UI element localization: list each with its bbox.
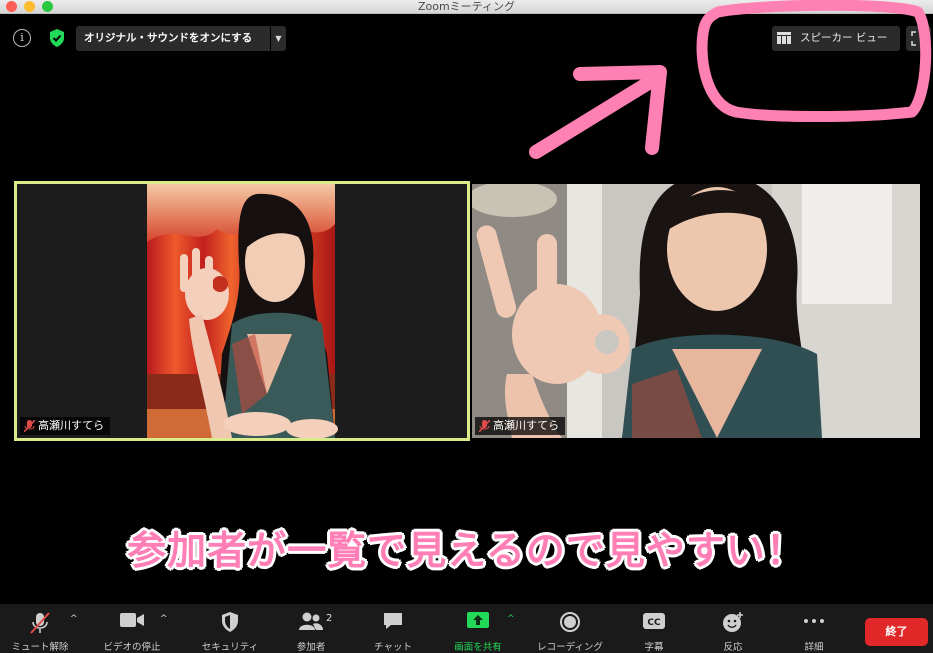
participant-video-2 [472, 184, 920, 438]
chat-button[interactable]: チャット [355, 604, 431, 653]
meeting-info-icon[interactable]: i [13, 29, 31, 47]
share-screen-button[interactable]: 画面を共有 [440, 604, 516, 653]
participants-button[interactable]: 参加者 [275, 604, 347, 653]
unmute-button[interactable]: ミュート解除 [0, 604, 80, 653]
participants-label: 参加者 [296, 642, 326, 653]
record-icon [560, 612, 580, 632]
video-options-caret[interactable]: ^ [160, 614, 168, 624]
video-tile-2[interactable]: 高瀬川すてら [472, 184, 920, 438]
participants-icon [299, 612, 323, 630]
captions-button[interactable]: CC 字幕 [620, 604, 688, 653]
record-button[interactable]: レコーディング [527, 604, 613, 653]
highlight-circle [696, 0, 932, 122]
arrow-head [573, 65, 667, 155]
video-camera-icon [120, 613, 144, 627]
speaker-view-button[interactable]: スピーカー ビュー [772, 26, 900, 51]
encryption-shield-icon[interactable] [48, 28, 66, 48]
share-screen-label: 画面を共有 [454, 642, 502, 653]
participant-name-tag-2: 高瀬川すてら [475, 417, 566, 435]
more-button[interactable]: 詳細 [778, 604, 850, 653]
window-title-bar: Zoomミーティング [0, 0, 933, 14]
participants-count: 2 [326, 613, 333, 624]
share-options-caret[interactable]: ^ [507, 614, 515, 624]
stop-video-label: ビデオの停止 [103, 642, 161, 653]
participant-video-1 [17, 184, 467, 438]
more-label: 詳細 [804, 642, 824, 653]
muted-mic-icon [24, 420, 35, 432]
fullscreen-icon [911, 31, 926, 46]
unmute-label: ミュート解除 [11, 642, 69, 653]
original-sound-dropdown[interactable]: ▼ [271, 26, 286, 51]
stop-video-button[interactable]: ビデオの停止 [92, 604, 172, 653]
grid-view-icon [777, 32, 791, 44]
muted-microphone-icon [30, 612, 50, 634]
closed-captions-icon: CC [643, 613, 665, 629]
chat-bubble-icon [384, 613, 402, 629]
more-dots-icon [804, 619, 824, 623]
muted-mic-icon [479, 420, 490, 432]
svg-text:CC: CC [647, 618, 661, 628]
original-sound-button[interactable]: オリジナル・サウンドをオンにする [76, 26, 270, 51]
fullscreen-button[interactable] [906, 26, 931, 51]
window-title: Zoomミーティング [417, 0, 516, 13]
security-label: セキュリティ [201, 642, 259, 653]
participant-name-1: 高瀬川すてら [38, 419, 105, 432]
chat-label: チャット [374, 642, 412, 653]
emoji-reaction-icon [723, 612, 743, 632]
annotation-caption: 参加者が一覧で見えるので見やすい！ [127, 529, 806, 574]
reactions-button[interactable]: 反応 [698, 604, 768, 653]
arrow-shaft [529, 75, 657, 159]
reactions-label: 反応 [723, 642, 743, 653]
record-label: レコーディング [537, 642, 603, 653]
video-tile-1[interactable]: 高瀬川すてら [14, 181, 470, 441]
end-meeting-button[interactable]: 終了 [865, 618, 928, 646]
share-screen-icon [467, 612, 489, 628]
participant-name-tag-1: 高瀬川すてら [20, 417, 111, 435]
security-button[interactable]: セキュリティ [190, 604, 270, 653]
meeting-toolbar: ミュート解除 ^ ビデオの停止 ^ セキュリティ 参加者 2 チャット 画面を共… [0, 604, 933, 653]
captions-label: 字幕 [644, 642, 664, 653]
audio-options-caret[interactable]: ^ [70, 614, 78, 624]
participant-name-2: 高瀬川すてら [493, 419, 560, 432]
security-shield-icon [222, 612, 238, 632]
